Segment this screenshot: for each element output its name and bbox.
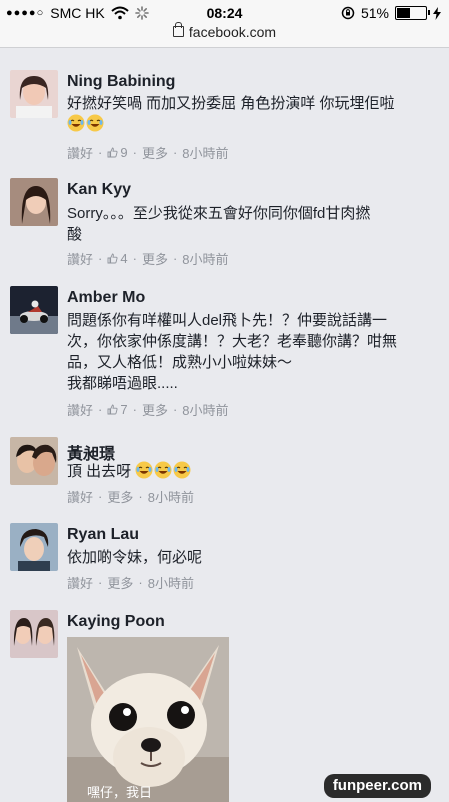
comment-actions: 讚好 · 7 · 更多 · 8小時前 — [67, 400, 229, 419]
address-bar[interactable]: facebook.com — [0, 22, 449, 40]
comment-time[interactable]: 8小時前 — [182, 400, 228, 419]
comment-text: 頂 出去呀 — [67, 461, 439, 482]
like-button[interactable]: 讚好 — [67, 487, 93, 506]
comment-image[interactable]: 嘿仔，我日 — [67, 637, 229, 802]
comment-actions: 讚好 · 9 · 更多 · 8小時前 — [67, 143, 229, 162]
comment-text: 問題係你有咩權叫人del飛卜先！？仲要說話講一 次，你依家仲係度講！？大老？老奉… — [67, 310, 439, 394]
like-button[interactable]: 讚好 — [67, 573, 93, 592]
more-button[interactable]: 更多 — [107, 487, 133, 506]
watermark: funpeer.com — [323, 774, 431, 798]
more-button[interactable]: 更多 — [142, 249, 168, 268]
more-button[interactable]: 更多 — [107, 573, 133, 592]
avatar[interactable] — [10, 286, 58, 334]
charging-bolt-icon — [433, 6, 441, 20]
lock-icon — [172, 22, 184, 37]
image-caption: 嘿仔，我日 — [87, 786, 152, 801]
commenter-name[interactable]: Amber Mo — [67, 289, 145, 307]
comment-line: 問題係你有咩權叫人del飛卜先！？仲要說話講一 — [67, 312, 388, 329]
status-bar: ●●●●○ SMC HK 08:24 51% — [0, 3, 449, 23]
thumbs-up-icon — [107, 147, 118, 158]
comment-line: 酸 — [67, 226, 83, 243]
comment-time[interactable]: 8小時前 — [182, 249, 228, 268]
like-button[interactable]: 讚好 — [67, 249, 93, 268]
battery-icon — [395, 6, 430, 20]
comment-line: Sorry。。。至少我從來五會好你同你個fd甘肉撚 — [67, 205, 371, 222]
battery-percent: 51% — [360, 5, 389, 21]
laughing-emoji-icon — [86, 114, 104, 132]
comment-time[interactable]: 8小時前 — [182, 143, 228, 162]
browser-top-bar: ●●●●○ SMC HK 08:24 51% facebook.com — [0, 0, 449, 48]
commenter-name[interactable]: Kaying Poon — [67, 613, 165, 631]
like-count[interactable]: 7 — [120, 402, 127, 417]
avatar[interactable] — [10, 70, 58, 118]
commenter-name[interactable]: Ning Babining — [67, 73, 175, 91]
comment-actions: 讚好 · 更多 · 8小時前 — [67, 573, 194, 592]
thumbs-up-icon — [107, 404, 118, 415]
url-domain: facebook.com — [188, 24, 277, 40]
comment-line: 好撚好笑喎 而加又扮委屈 角色扮演咩 你玩埋佢啦 — [67, 95, 395, 112]
like-count[interactable]: 9 — [120, 145, 127, 160]
like-button[interactable]: 讚好 — [67, 400, 93, 419]
more-button[interactable]: 更多 — [142, 400, 168, 419]
laughing-emoji-icon — [154, 461, 172, 479]
comment-line: 品，又人格低！成熟小小啦妹妹～ — [67, 354, 293, 371]
laughing-emoji-icon — [67, 114, 85, 132]
avatar[interactable] — [10, 178, 58, 226]
comment-line: 依加啲令妹，何必呢 — [67, 549, 203, 566]
avatar[interactable] — [10, 523, 58, 571]
comment-time[interactable]: 8小時前 — [148, 573, 194, 592]
rotation-lock-icon — [341, 6, 355, 20]
avatar[interactable] — [10, 437, 58, 485]
avatar[interactable] — [10, 610, 58, 658]
comment-text: Sorry。。。至少我從來五會好你同你個fd甘肉撚 酸 — [67, 203, 439, 245]
commenter-name[interactable]: Kan Kyy — [67, 181, 131, 199]
more-button[interactable]: 更多 — [142, 143, 168, 162]
comment-actions: 讚好 · 更多 · 8小時前 — [67, 487, 194, 506]
comment-text: 好撚好笑喎 而加又扮委屈 角色扮演咩 你玩埋佢啦 — [67, 93, 439, 135]
commenter-name[interactable]: Ryan Lau — [67, 526, 139, 544]
comment-time[interactable]: 8小時前 — [148, 487, 194, 506]
thumbs-up-icon — [107, 253, 118, 264]
comment-actions: 讚好 · 4 · 更多 · 8小時前 — [67, 249, 229, 268]
comment-line: 頂 出去呀 — [67, 463, 132, 480]
like-button[interactable]: 讚好 — [67, 143, 93, 162]
laughing-emoji-icon — [173, 461, 191, 479]
chihuahua-photo: 嘿仔，我日 — [67, 637, 229, 802]
comment-text: 依加啲令妹，何必呢 — [67, 547, 439, 568]
comment-line: 次，你依家仲係度講！？大老？老奉聽你講？咁無 — [67, 333, 398, 350]
like-count[interactable]: 4 — [120, 251, 127, 266]
battery-level-fill — [397, 8, 410, 18]
laughing-emoji-icon — [135, 461, 153, 479]
comment-line: 我都睇唔過眼..... — [67, 375, 178, 392]
